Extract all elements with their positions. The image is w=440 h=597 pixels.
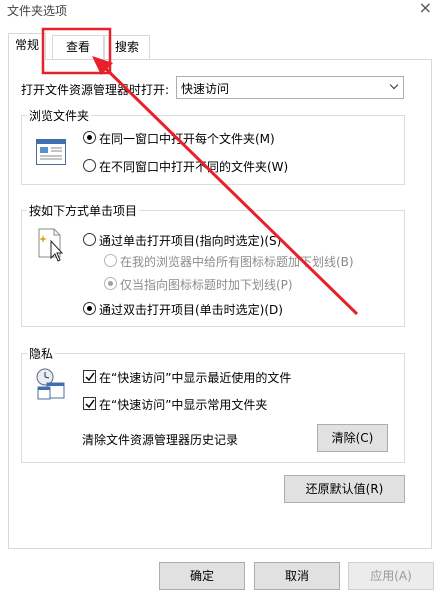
radio-single-click[interactable] [83, 233, 96, 246]
clear-button[interactable]: 清除(C) [317, 424, 388, 452]
privacy-clock-icon [36, 368, 65, 400]
tab-search-label: 搜索 [114, 40, 139, 54]
radio-new-window[interactable] [83, 159, 96, 172]
window-title: 文件夹选项 [7, 4, 68, 18]
radio-same-window[interactable] [83, 131, 96, 144]
window-icon [36, 139, 66, 165]
radio-same-window-label: 在同一窗口中打开每个文件夹(M) [99, 132, 275, 146]
radio-double-click[interactable] [83, 302, 96, 315]
radio-underline-hover[interactable] [104, 277, 117, 290]
cancel-button[interactable]: 取消 [254, 562, 340, 590]
checkbox-frequent-folders-label: 在“快速访问”中显示常用文件夹 [99, 398, 268, 412]
chevron-down-icon [389, 80, 399, 90]
click-pointer-icon [38, 228, 64, 262]
radio-underline-all[interactable] [104, 254, 117, 267]
open-with-select[interactable]: 快速访问 [176, 76, 404, 99]
close-icon[interactable]: × [419, 0, 432, 17]
tab-view[interactable]: 查看 [52, 35, 104, 59]
restore-defaults-button[interactable]: 还原默认值(R) [284, 475, 405, 503]
radio-new-window-label: 在不同窗口中打开不同的文件夹(W) [99, 160, 289, 174]
radio-underline-hover-label: 仅当指向图标标题时加下划线(P) [120, 278, 293, 292]
checkbox-frequent-folders[interactable] [83, 397, 96, 410]
clear-history-label: 清除文件资源管理器历史记录 [82, 433, 239, 447]
privacy-title: 隐私 [27, 345, 56, 362]
radio-double-click-label: 通过双击打开项目(单击时选定)(D) [99, 303, 283, 317]
checkbox-recent-files-label: 在“快速访问”中显示最近使用的文件 [99, 371, 292, 385]
apply-button[interactable]: 应用(A) [348, 562, 434, 590]
tab-view-label: 查看 [65, 40, 90, 54]
tab-general[interactable]: 常规 [8, 33, 46, 60]
radio-single-click-label: 通过单击打开项目(指向时选定)(S) [99, 234, 282, 248]
checkbox-recent-files[interactable] [83, 370, 96, 383]
click-items-title: 按如下方式单击项目 [27, 202, 140, 219]
open-with-value: 快速访问 [181, 82, 230, 96]
radio-underline-all-label: 在我的浏览器中给所有图标标题加下划线(B) [120, 255, 354, 269]
tab-general-label: 常规 [14, 38, 39, 52]
ok-button[interactable]: 确定 [159, 562, 245, 590]
open-with-label: 打开文件资源管理器时打开: [21, 83, 170, 97]
tab-search[interactable]: 搜索 [104, 35, 150, 59]
browse-folders-title: 浏览文件夹 [27, 107, 92, 124]
